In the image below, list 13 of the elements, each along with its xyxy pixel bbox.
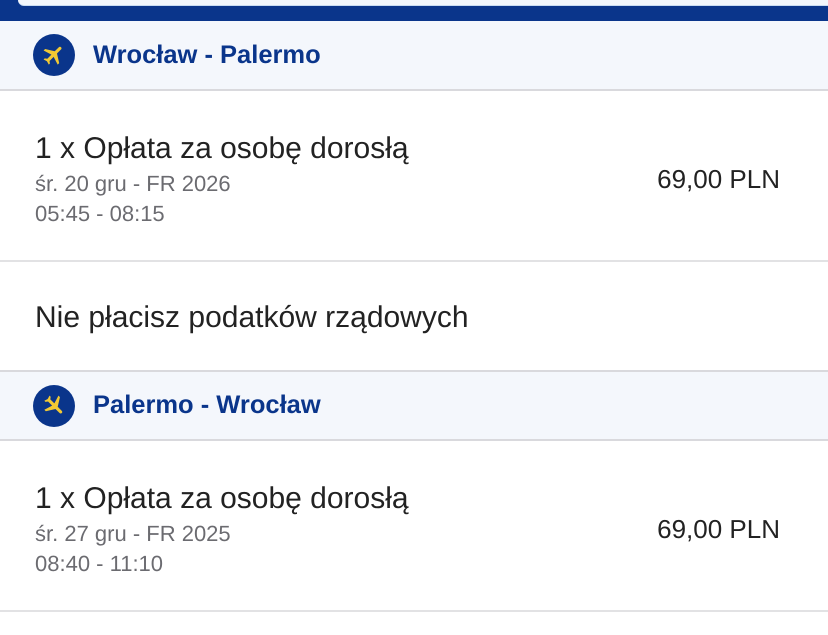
flight-date: śr. 20 gru - FR 2026 [35, 170, 232, 198]
flight-date: śr. 27 gru - FR 2025 [35, 520, 232, 548]
airplane-icon [33, 384, 75, 426]
route-title: Wrocław - Palermo [93, 40, 321, 70]
flight-time: 08:40 - 11:10 [35, 550, 164, 578]
flight-time: 05:45 - 08:15 [35, 200, 166, 228]
route-title: Palermo - Wrocław [93, 391, 321, 420]
fare-label: 1 x Opłata za osobę dorosłą [35, 130, 409, 166]
airplane-icon [33, 34, 75, 76]
fare-price: 69,00 PLN [657, 162, 780, 194]
fare-label: 1 x Opłata za osobę dorosłą [35, 480, 409, 516]
fare-price: 69,00 PLN [657, 512, 780, 544]
tax-note: Nie płacisz podatków rządowych [35, 301, 469, 335]
